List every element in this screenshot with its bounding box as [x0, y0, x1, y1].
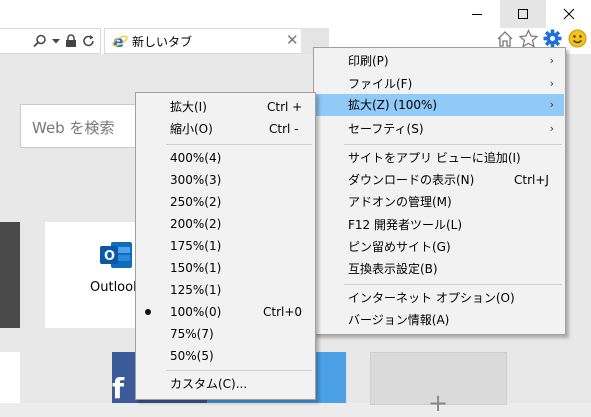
chevron-right-icon: ›: [549, 77, 554, 90]
menu-item-view-downloads[interactable]: ダウンロードの表示(N) Ctrl+J: [315, 169, 564, 191]
menu-item-safety[interactable]: セーフティ(S) ›: [315, 118, 564, 140]
menu-item-label: カスタム(C)...: [170, 377, 248, 391]
chevron-down-icon[interactable]: [52, 39, 60, 44]
menu-item-shortcut: Ctrl+J: [514, 173, 549, 187]
site-tile[interactable]: [0, 222, 20, 328]
outlook-logo-icon: O: [100, 242, 132, 268]
zoom-item-200[interactable]: 200%(2): [137, 213, 314, 235]
smiley-feedback-icon[interactable]: [568, 29, 587, 48]
menu-item-label: インターネット オプション(O): [348, 291, 515, 305]
menu-item-label: 75%(7): [170, 327, 214, 341]
web-search-placeholder: Web を検索: [32, 119, 115, 137]
facebook-icon: f: [112, 372, 125, 405]
search-icon[interactable]: [33, 34, 47, 48]
maximize-icon: [518, 9, 528, 19]
menu-item-label: 125%(1): [170, 283, 222, 297]
menu-item-label: アドオンの管理(M): [348, 195, 452, 209]
close-button[interactable]: [546, 0, 591, 28]
tab-title: 新しいタブ: [132, 35, 193, 49]
menu-item-label: サイトをアプリ ビューに追加(I): [348, 151, 521, 165]
zoom-item-100[interactable]: 100%(0) Ctrl+0: [137, 301, 314, 323]
menu-item-zoom[interactable]: 拡大(Z) (100%) ›: [315, 94, 564, 116]
add-tile[interactable]: +: [370, 352, 507, 417]
menu-item-add-site-to-apps[interactable]: サイトをアプリ ビューに追加(I): [315, 147, 564, 169]
refresh-icon[interactable]: [82, 34, 96, 48]
menu-item-shortcut: Ctrl -: [269, 122, 299, 136]
outlook-tile[interactable]: [45, 222, 137, 328]
menu-item-file[interactable]: ファイル(F) ›: [315, 73, 564, 95]
gear-icon[interactable]: [543, 29, 562, 48]
zoom-item-125[interactable]: 125%(1): [137, 279, 314, 301]
home-icon[interactable]: [496, 30, 514, 48]
close-icon: [563, 8, 575, 20]
address-bar[interactable]: [0, 28, 101, 54]
zoom-item-400[interactable]: 400%(4): [137, 147, 314, 169]
menu-item-label: 300%(3): [170, 173, 222, 187]
zoom-item-zoom-in[interactable]: 拡大(I) Ctrl +: [137, 96, 314, 118]
menu-item-label: 互換表示設定(B): [348, 262, 438, 276]
svg-text:O: O: [104, 249, 115, 264]
minimize-icon: [472, 14, 482, 15]
menu-item-label: バージョン情報(A): [348, 313, 450, 327]
menu-item-about[interactable]: バージョン情報(A): [315, 309, 564, 331]
menu-item-shortcut: Ctrl +: [267, 100, 303, 114]
zoom-item-75[interactable]: 75%(7): [137, 323, 314, 345]
menu-item-label: F12 開発者ツール(L): [348, 218, 463, 232]
menu-item-label: 100%(0): [170, 305, 222, 319]
zoom-item-175[interactable]: 175%(1): [137, 235, 314, 257]
menu-separator: [344, 144, 562, 145]
menu-item-manage-addons[interactable]: アドオンの管理(M): [315, 191, 564, 213]
outlook-tile-label: Outlook: [90, 280, 141, 295]
menu-item-label: ダウンロードの表示(N): [348, 173, 475, 187]
menu-item-label: 150%(1): [170, 261, 222, 275]
zoom-item-50[interactable]: 50%(5): [137, 345, 314, 367]
tab-close-icon[interactable]: ✕: [286, 31, 299, 49]
favorites-star-icon[interactable]: [519, 29, 538, 48]
tools-menu: 印刷(P) › ファイル(F) › 拡大(Z) (100%) › セーフティ(S…: [313, 47, 566, 335]
menu-item-print[interactable]: 印刷(P) ›: [315, 50, 564, 72]
minimize-button[interactable]: [454, 0, 500, 28]
menu-item-label: 拡大(Z) (100%): [348, 98, 438, 112]
menu-item-label: ファイル(F): [348, 77, 413, 91]
zoom-item-150[interactable]: 150%(1): [137, 257, 314, 279]
lock-icon: [66, 34, 76, 47]
menu-item-label: 縮小(O): [170, 122, 213, 136]
zoom-item-250[interactable]: 250%(2): [137, 191, 314, 213]
menu-item-label: 200%(2): [170, 217, 222, 231]
zoom-submenu: 拡大(I) Ctrl + 縮小(O) Ctrl - 400%(4) 300%(3…: [135, 92, 316, 400]
zoom-item-300[interactable]: 300%(3): [137, 169, 314, 191]
zoom-item-zoom-out[interactable]: 縮小(O) Ctrl -: [137, 118, 314, 140]
menu-item-label: 250%(2): [170, 195, 222, 209]
menu-item-label: セーフティ(S): [348, 122, 424, 136]
menu-separator: [344, 284, 562, 285]
plus-icon: +: [428, 389, 449, 417]
selected-bullet-icon: [145, 309, 151, 315]
menu-item-label: 印刷(P): [348, 54, 389, 68]
maximize-button[interactable]: [500, 0, 546, 28]
ie-logo-icon: e: [112, 33, 128, 49]
menu-separator: [166, 144, 312, 145]
menu-item-shortcut: Ctrl+0: [263, 305, 303, 319]
chevron-right-icon: ›: [549, 54, 554, 67]
menu-item-compat-view[interactable]: 互換表示設定(B): [315, 258, 564, 280]
menu-item-label: 175%(1): [170, 239, 222, 253]
menu-item-f12-devtools[interactable]: F12 開発者ツール(L): [315, 214, 564, 236]
menu-item-label: 拡大(I): [170, 100, 207, 114]
site-tile[interactable]: [0, 352, 20, 403]
menu-item-label: ピン留めサイト(G): [348, 240, 451, 254]
menu-separator: [166, 370, 312, 371]
menu-item-label: 50%(5): [170, 349, 214, 363]
menu-item-pinned-sites[interactable]: ピン留めサイト(G): [315, 236, 564, 258]
chevron-right-icon: ›: [549, 98, 554, 111]
menu-item-internet-options[interactable]: インターネット オプション(O): [315, 287, 564, 309]
zoom-item-custom[interactable]: カスタム(C)...: [137, 373, 314, 395]
menu-item-label: 400%(4): [170, 151, 222, 165]
chevron-right-icon: ›: [549, 122, 554, 135]
